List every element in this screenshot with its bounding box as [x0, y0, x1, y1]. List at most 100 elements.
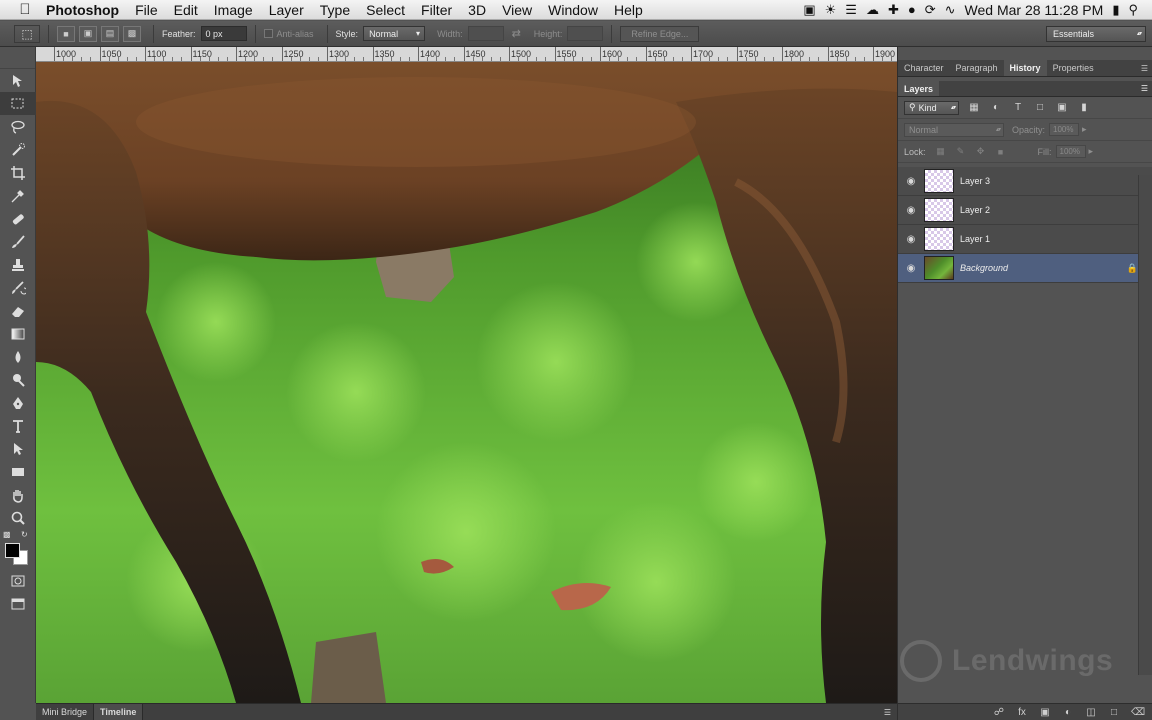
refine-edge-button[interactable]: Refine Edge... — [620, 25, 700, 42]
layer-row-layer-3[interactable]: ◉ Layer 3 — [898, 167, 1152, 196]
menu-filter[interactable]: Filter — [413, 2, 460, 18]
clock-text[interactable]: Wed Mar 28 11:28 PM — [965, 2, 1104, 18]
link-layers-icon[interactable]: ☍ — [993, 707, 1005, 718]
layers-panel-menu-icon[interactable]: ☰ — [1141, 81, 1152, 96]
swap-colors-icon[interactable]: ↻ — [21, 530, 28, 539]
tab-mini-bridge[interactable]: Mini Bridge — [36, 703, 95, 720]
menu-file[interactable]: File — [127, 2, 166, 18]
bars-icon[interactable]: ☰ — [845, 3, 857, 16]
menu-window[interactable]: Window — [540, 2, 606, 18]
tab-paragraph[interactable]: Paragraph — [950, 60, 1004, 76]
new-selection-mode-button[interactable]: ■ — [57, 25, 75, 42]
opacity-slider-icon[interactable]: ▸ — [1082, 124, 1087, 135]
swap-dimensions-icon[interactable]: ⇄ — [512, 27, 521, 40]
width-input[interactable] — [467, 26, 504, 41]
screen-mode-icon[interactable] — [0, 592, 36, 615]
tool-preset-picker[interactable]: ⬚ — [14, 24, 40, 43]
smart-object-filter-icon[interactable]: ▣ — [1055, 101, 1069, 115]
menu-help[interactable]: Help — [606, 2, 651, 18]
kind-filter-select[interactable]: ⚲ Kind — [904, 100, 959, 115]
horizontal-ruler[interactable]: 1000 1050 1100 1150 1200 1250 1300 1350 1400 1450… — [36, 47, 897, 62]
tools-panel-grip[interactable] — [0, 47, 35, 69]
panel-menu-icon[interactable]: ☰ — [884, 708, 891, 717]
rectangle-shape-tool-icon[interactable] — [0, 460, 36, 483]
panel-menu-icon[interactable]: ☰ — [1141, 60, 1152, 76]
add-selection-mode-button[interactable]: ▣ — [79, 25, 97, 42]
layer-row-background[interactable]: ◉ Background 🔒 — [898, 254, 1152, 283]
layer-row-layer-2[interactable]: ◉ Layer 2 — [898, 196, 1152, 225]
new-group-icon[interactable]: ◫ — [1085, 707, 1097, 718]
visibility-eye-icon[interactable]: ◉ — [898, 205, 924, 216]
add-mask-icon[interactable]: ▣ — [1039, 707, 1051, 718]
blend-mode-select[interactable]: Normal — [904, 122, 1004, 137]
eyedropper-tool-icon[interactable] — [0, 184, 36, 207]
type-layer-filter-icon[interactable]: T — [1011, 101, 1025, 115]
move-tool-icon[interactable] — [0, 69, 36, 92]
rectangular-marquee-tool-icon[interactable] — [0, 92, 36, 115]
foreground-color-swatch[interactable] — [5, 543, 20, 558]
eraser-tool-icon[interactable] — [0, 299, 36, 322]
visibility-eye-icon[interactable]: ◉ — [898, 176, 924, 187]
layer-style-icon[interactable]: fx — [1016, 707, 1028, 718]
pixel-layer-filter-icon[interactable]: ▦ — [967, 101, 981, 115]
camera-icon[interactable]: ▣ — [803, 3, 815, 16]
visibility-eye-icon[interactable]: ◉ — [898, 263, 924, 274]
tab-history[interactable]: History — [1003, 60, 1047, 76]
tab-layers[interactable]: Layers — [898, 81, 940, 96]
menu-edit[interactable]: Edit — [166, 2, 206, 18]
lock-pixels-icon[interactable]: ✎ — [954, 146, 968, 158]
brightness-icon[interactable]: ☀ — [825, 3, 837, 16]
apple-icon[interactable]:  — [10, 1, 40, 18]
battery-icon[interactable]: ▮ — [1112, 3, 1119, 16]
height-input[interactable] — [567, 26, 604, 41]
path-selection-tool-icon[interactable] — [0, 437, 36, 460]
new-layer-icon[interactable]: □ — [1108, 707, 1120, 718]
subtract-selection-mode-button[interactable]: ▤ — [101, 25, 119, 42]
fill-input[interactable]: 100% — [1055, 145, 1086, 158]
gradient-tool-icon[interactable] — [0, 322, 36, 345]
layer-row-layer-1[interactable]: ◉ Layer 1 — [898, 225, 1152, 254]
tab-character[interactable]: Character — [898, 60, 950, 76]
healing-brush-tool-icon[interactable] — [0, 207, 36, 230]
crop-tool-icon[interactable] — [0, 161, 36, 184]
lock-all-icon[interactable]: ■ — [994, 146, 1008, 158]
sync-cloud-icon[interactable]: ☁ — [866, 3, 879, 16]
pen-tool-icon[interactable] — [0, 391, 36, 414]
menu-layer[interactable]: Layer — [261, 2, 312, 18]
brush-tool-icon[interactable] — [0, 230, 36, 253]
blur-tool-icon[interactable] — [0, 345, 36, 368]
spotlight-search-icon[interactable]: ⚲ — [1128, 3, 1138, 16]
plus-cross-icon[interactable]: ✚ — [888, 3, 899, 16]
history-brush-tool-icon[interactable] — [0, 276, 36, 299]
wifi-icon[interactable]: ∿ — [945, 3, 956, 16]
opacity-input[interactable]: 100% — [1049, 123, 1080, 136]
filter-toggle-icon[interactable]: ▮ — [1077, 101, 1091, 115]
zoom-tool-icon[interactable] — [0, 506, 36, 529]
type-tool-icon[interactable] — [0, 414, 36, 437]
lock-position-icon[interactable]: ✥ — [974, 146, 988, 158]
menu-type[interactable]: Type — [312, 2, 358, 18]
menu-3d[interactable]: 3D — [460, 2, 494, 18]
gamepad-icon[interactable]: ● — [908, 3, 916, 16]
quick-mask-icon[interactable] — [0, 569, 36, 592]
time-machine-icon[interactable]: ⟳ — [925, 3, 936, 16]
shape-layer-filter-icon[interactable]: □ — [1033, 101, 1047, 115]
document-canvas[interactable] — [36, 62, 897, 703]
delete-layer-icon[interactable]: ⌫ — [1131, 707, 1145, 718]
intersect-selection-mode-button[interactable]: ▩ — [123, 25, 141, 42]
menu-view[interactable]: View — [494, 2, 540, 18]
menu-app-photoshop[interactable]: Photoshop — [40, 2, 127, 18]
default-colors-icon[interactable]: ▩ — [3, 530, 11, 539]
workspace-switcher[interactable]: Essentials — [1046, 25, 1146, 42]
new-adjustment-icon[interactable]: ◐ — [1062, 707, 1074, 718]
hand-tool-icon[interactable] — [0, 483, 36, 506]
tab-properties[interactable]: Properties — [1047, 60, 1100, 76]
menu-select[interactable]: Select — [358, 2, 413, 18]
antialias-checkbox[interactable] — [263, 29, 273, 38]
layers-scrollbar[interactable] — [1138, 175, 1152, 675]
dodge-tool-icon[interactable] — [0, 368, 36, 391]
lasso-tool-icon[interactable] — [0, 115, 36, 138]
visibility-eye-icon[interactable]: ◉ — [898, 234, 924, 245]
menu-image[interactable]: Image — [206, 2, 261, 18]
adjustment-layer-filter-icon[interactable]: ◐ — [989, 101, 1003, 115]
